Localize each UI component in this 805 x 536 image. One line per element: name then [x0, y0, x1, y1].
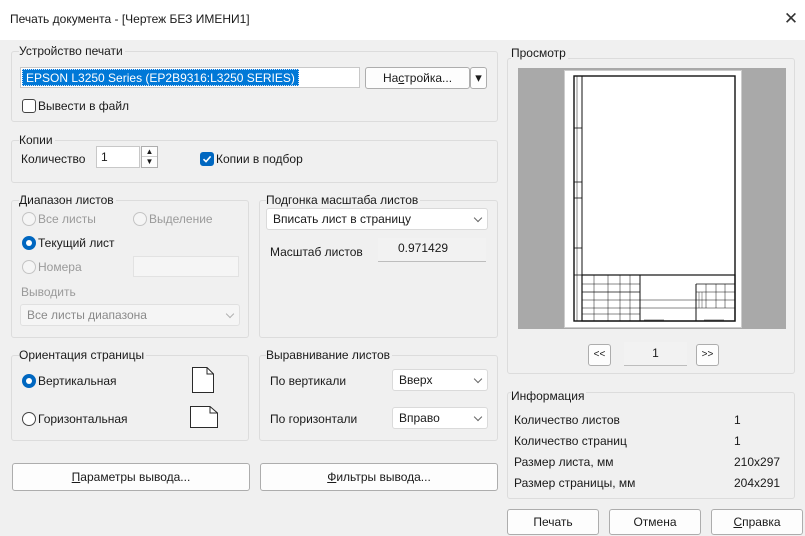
print-to-file-checkbox[interactable] [22, 99, 36, 113]
range-numbers-radio[interactable] [22, 260, 36, 274]
page-preview [564, 70, 742, 328]
chevron-down-icon [473, 213, 483, 223]
preview-next-button[interactable]: >> [696, 344, 719, 366]
info-row-value: 204x291 [734, 476, 781, 490]
align-vertical-value: Вверх [399, 373, 433, 387]
info-row-value: 1 [734, 434, 741, 448]
info-row-label: Размер листа, мм [514, 455, 614, 469]
range-output-select[interactable]: Все листы диапазона [20, 304, 240, 326]
landscape-page-icon [190, 406, 218, 428]
range-numbers-label: Номера [38, 260, 82, 274]
printer-setup-label-post: тройка... [404, 71, 453, 85]
info-row-label: Размер страницы, мм [514, 476, 636, 490]
orientation-landscape-radio[interactable] [22, 412, 36, 426]
window-title: Печать документа - [Чертеж БЕЗ ИМЕНИ1] [10, 12, 250, 26]
range-numbers-input[interactable] [133, 256, 239, 277]
output-filters-label-post: ильтры вывода... [336, 470, 431, 484]
orientation-portrait-radio[interactable] [22, 374, 36, 388]
output-filters-label-u: Ф [327, 470, 337, 484]
info-row-value: 210x297 [734, 455, 781, 469]
range-all-radio[interactable] [22, 212, 36, 226]
align-group-label: Выравнивание листов [266, 348, 393, 362]
help-label-u: С [733, 515, 743, 529]
printer-setup-button[interactable]: Настройка... [365, 67, 470, 89]
scale-fit-value: Вписать лист в страницу [273, 212, 411, 226]
help-button[interactable]: Справка [711, 509, 803, 535]
scale-fit-select[interactable]: Вписать лист в страницу [266, 208, 488, 230]
checkmark-icon [202, 155, 212, 163]
info-row-value: 1 [734, 413, 741, 427]
chevron-down-icon [225, 309, 235, 319]
preview-page-field: 1 [624, 342, 687, 366]
cancel-button[interactable]: Отмена [609, 509, 701, 535]
output-params-label-post: араметры вывода... [80, 470, 191, 484]
info-row-label: Количество листов [514, 413, 620, 427]
copies-count-label: Количество [21, 152, 86, 166]
portrait-page-icon [192, 367, 214, 393]
range-all-label: Все листы [38, 212, 96, 226]
scale-group-label: Подгонка масштаба листов [266, 193, 421, 207]
collate-checkbox[interactable] [200, 152, 214, 166]
align-horizontal-select[interactable]: Вправо [392, 407, 488, 429]
range-output-label: Выводить [21, 285, 76, 299]
printer-group-label: Устройство печати [19, 44, 125, 58]
orientation-landscape-label: Горизонтальная [38, 412, 128, 426]
copies-spinner[interactable]: ▲ ▼ [141, 146, 158, 168]
printer-dropdown-button[interactable]: ▾ [470, 67, 487, 89]
copies-count-input[interactable]: 1 [96, 146, 140, 168]
range-group-label: Диапазон листов [19, 193, 116, 207]
chevron-down-icon [473, 412, 483, 422]
info-group-label: Информация [511, 389, 587, 403]
scale-label: Масштаб листов [270, 245, 363, 259]
copies-group-label: Копии [19, 133, 55, 147]
chevron-down-icon: ▾ [475, 70, 482, 85]
spin-down-icon[interactable]: ▼ [142, 157, 157, 167]
scale-value-field: 0.971429 [378, 238, 486, 262]
output-filters-button[interactable]: Фильтры вывода... [260, 463, 498, 491]
help-label-post: правка [742, 515, 781, 529]
chevron-down-icon [473, 374, 483, 384]
align-horizontal-label: По горизонтали [270, 412, 358, 426]
range-selection-radio[interactable] [133, 212, 147, 226]
orientation-group-label: Ориентация страницы [19, 348, 147, 362]
output-params-button[interactable]: Параметры вывода... [12, 463, 250, 491]
collate-label: Копии в подбор [216, 152, 303, 166]
print-button[interactable]: Печать [507, 509, 599, 535]
close-icon[interactable]: ✕ [780, 8, 802, 30]
range-output-value: Все листы диапазона [27, 308, 147, 322]
range-selection-label: Выделение [149, 212, 213, 226]
range-current-label: Текущий лист [38, 236, 115, 250]
spin-up-icon[interactable]: ▲ [142, 147, 157, 157]
orientation-portrait-label: Вертикальная [38, 374, 117, 388]
print-to-file-label: Вывести в файл [38, 99, 130, 113]
align-vertical-label: По вертикали [270, 374, 347, 388]
preview-group-label: Просмотр [511, 46, 568, 60]
info-row-label: Количество страниц [514, 434, 627, 448]
output-params-label-u: П [71, 470, 81, 484]
printer-device-name: EPSON L3250 Series (EP2B9316:L3250 SERIE… [22, 69, 299, 86]
align-vertical-select[interactable]: Вверх [392, 369, 488, 391]
printer-setup-label-pre: На [382, 71, 399, 85]
align-horizontal-value: Вправо [399, 411, 440, 425]
range-current-radio[interactable] [22, 236, 36, 250]
preview-prev-button[interactable]: << [588, 344, 611, 366]
